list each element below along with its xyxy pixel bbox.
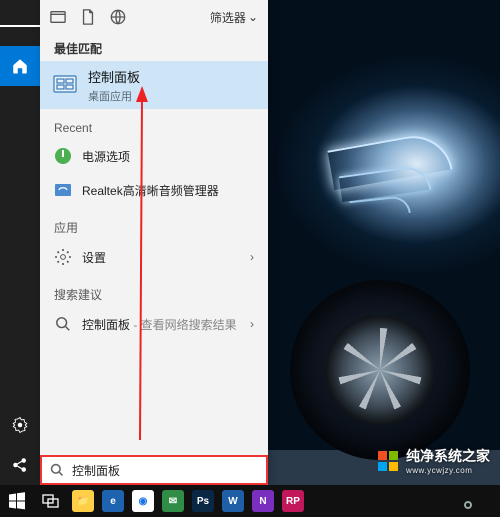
home-icon[interactable] xyxy=(0,46,40,86)
watermark-url: www.ycwjzy.com xyxy=(406,466,490,475)
web-scope-icon[interactable] xyxy=(110,9,126,25)
start-button[interactable] xyxy=(0,485,34,517)
taskbar-app-word[interactable]: W xyxy=(222,490,244,512)
watermark-brand: 纯净系统之家 xyxy=(406,446,490,466)
best-match-result[interactable]: 控制面板 桌面应用 xyxy=(40,61,268,109)
recent-item-label: Realtek高清晰音频管理器 xyxy=(82,182,219,199)
apps-scope-icon[interactable] xyxy=(50,9,66,25)
start-search-panel: 筛选器 ⌄ 最佳匹配 控制面板 桌面应用 Recent 电源选项 xyxy=(40,0,268,485)
chevron-right-icon: › xyxy=(250,250,254,264)
search-suggestion[interactable]: 控制面板 - 查看网络搜索结果 › xyxy=(40,307,268,341)
control-panel-icon xyxy=(52,72,78,98)
recent-item-power[interactable]: 电源选项 xyxy=(40,139,268,173)
taskbar-app-photoshop[interactable]: Ps xyxy=(192,490,214,512)
realtek-audio-icon xyxy=(54,181,72,199)
filter-dropdown[interactable]: 筛选器 ⌄ xyxy=(210,9,258,26)
best-match-subtitle: 桌面应用 xyxy=(88,88,140,104)
taskbar-app-ie[interactable]: e xyxy=(102,490,124,512)
suggestion-query: 控制面板 xyxy=(82,318,130,332)
section-suggest: 搜索建议 xyxy=(40,280,268,307)
taskbar-app-axure[interactable]: RP xyxy=(282,490,304,512)
settings-gear-icon[interactable] xyxy=(0,405,40,445)
section-recent: Recent xyxy=(40,115,268,139)
search-icon xyxy=(54,315,72,333)
best-match-title: 控制面板 xyxy=(88,67,140,86)
tray-indicator[interactable] xyxy=(464,501,472,509)
task-view-button[interactable] xyxy=(34,485,68,517)
app-item-settings[interactable]: 设置 › xyxy=(40,240,268,274)
settings-icon xyxy=(54,248,72,266)
suggestion-hint: - 查看网络搜索结果 xyxy=(130,318,237,332)
share-icon[interactable] xyxy=(0,445,40,485)
menu-icon[interactable] xyxy=(0,6,40,46)
taskbar-pinned-apps: 📁 e ◉ ✉ Ps W N RP xyxy=(68,490,308,512)
taskbar-app-chrome[interactable]: ◉ xyxy=(132,490,154,512)
chevron-down-icon: ⌄ xyxy=(248,10,258,24)
app-item-label: 设置 xyxy=(82,249,106,266)
taskbar-app-explorer[interactable]: 📁 xyxy=(72,490,94,512)
section-best-match: 最佳匹配 xyxy=(40,34,268,61)
documents-scope-icon[interactable] xyxy=(80,9,96,25)
taskbar-app-wechat[interactable]: ✉ xyxy=(162,490,184,512)
search-input[interactable] xyxy=(72,463,258,477)
section-apps: 应用 xyxy=(40,213,268,240)
power-options-icon xyxy=(54,147,72,165)
panel-header: 筛选器 ⌄ xyxy=(40,0,268,34)
filter-label: 筛选器 xyxy=(210,9,246,26)
activity-bar xyxy=(0,0,40,485)
recent-item-label: 电源选项 xyxy=(82,148,130,165)
chevron-right-icon: › xyxy=(250,317,254,331)
taskbar-app-onenote[interactable]: N xyxy=(252,490,274,512)
watermark-logo xyxy=(378,451,398,471)
taskbar: 📁 e ◉ ✉ Ps W N RP xyxy=(0,485,500,517)
site-watermark: 纯净系统之家 www.ycwjzy.com xyxy=(378,446,490,475)
recent-item-realtek[interactable]: Realtek高清晰音频管理器 xyxy=(40,173,268,207)
search-box-highlighted[interactable] xyxy=(40,455,268,485)
search-icon xyxy=(50,463,64,477)
